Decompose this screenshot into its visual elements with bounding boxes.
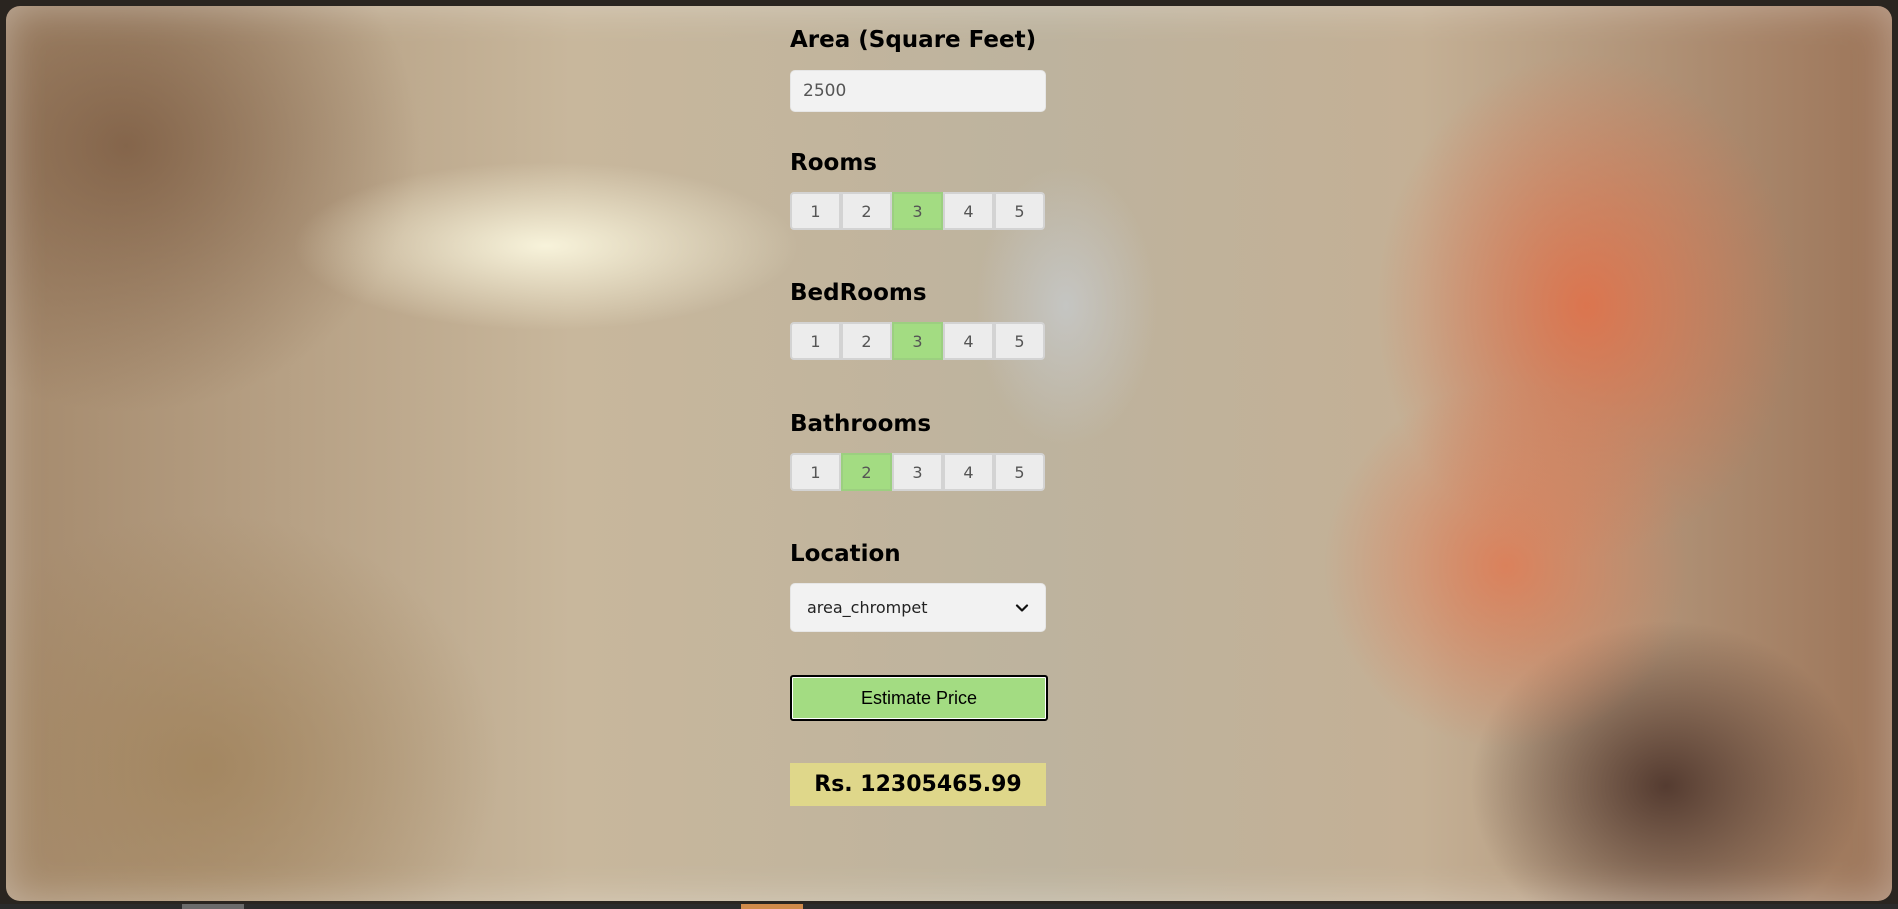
bedrooms-selector: 12345: [790, 322, 1045, 360]
bedrooms-option-1[interactable]: 1: [790, 322, 841, 360]
rooms-option-2[interactable]: 2: [841, 192, 892, 230]
location-selected-value: area_chrompet: [807, 598, 928, 617]
estimated-price-result: Rs. 12305465.99: [790, 763, 1046, 806]
location-label: Location: [790, 541, 901, 567]
bedrooms-option-2[interactable]: 2: [841, 322, 892, 360]
bathrooms-option-3[interactable]: 3: [892, 453, 943, 491]
estimate-price-button[interactable]: Estimate Price: [790, 675, 1048, 721]
area-input[interactable]: [790, 70, 1046, 112]
taskbar-indicator-active: [741, 904, 803, 909]
rooms-selector: 12345: [790, 192, 1045, 230]
bottom-taskbar-strip: [0, 904, 1898, 909]
bathrooms-option-1[interactable]: 1: [790, 453, 841, 491]
taskbar-indicator: [182, 904, 244, 909]
bathrooms-label: Bathrooms: [790, 411, 932, 437]
rooms-option-4[interactable]: 4: [943, 192, 994, 230]
bedrooms-option-4[interactable]: 4: [943, 322, 994, 360]
rooms-option-3[interactable]: 3: [892, 192, 943, 230]
location-select[interactable]: area_chrompet: [790, 583, 1046, 632]
bedrooms-label: BedRooms: [790, 280, 927, 306]
bathrooms-option-4[interactable]: 4: [943, 453, 994, 491]
bedrooms-option-5[interactable]: 5: [994, 322, 1045, 360]
rooms-option-1[interactable]: 1: [790, 192, 841, 230]
bedrooms-option-3[interactable]: 3: [892, 322, 943, 360]
bathrooms-option-2[interactable]: 2: [841, 453, 892, 491]
area-label: Area (Square Feet): [790, 27, 1037, 53]
rooms-label: Rooms: [790, 150, 877, 176]
chevron-down-icon: [1015, 603, 1029, 612]
bathrooms-selector: 12345: [790, 453, 1045, 491]
bathrooms-option-5[interactable]: 5: [994, 453, 1045, 491]
rooms-option-5[interactable]: 5: [994, 192, 1045, 230]
page: Area (Square Feet) Rooms 12345 BedRooms …: [0, 0, 1898, 909]
